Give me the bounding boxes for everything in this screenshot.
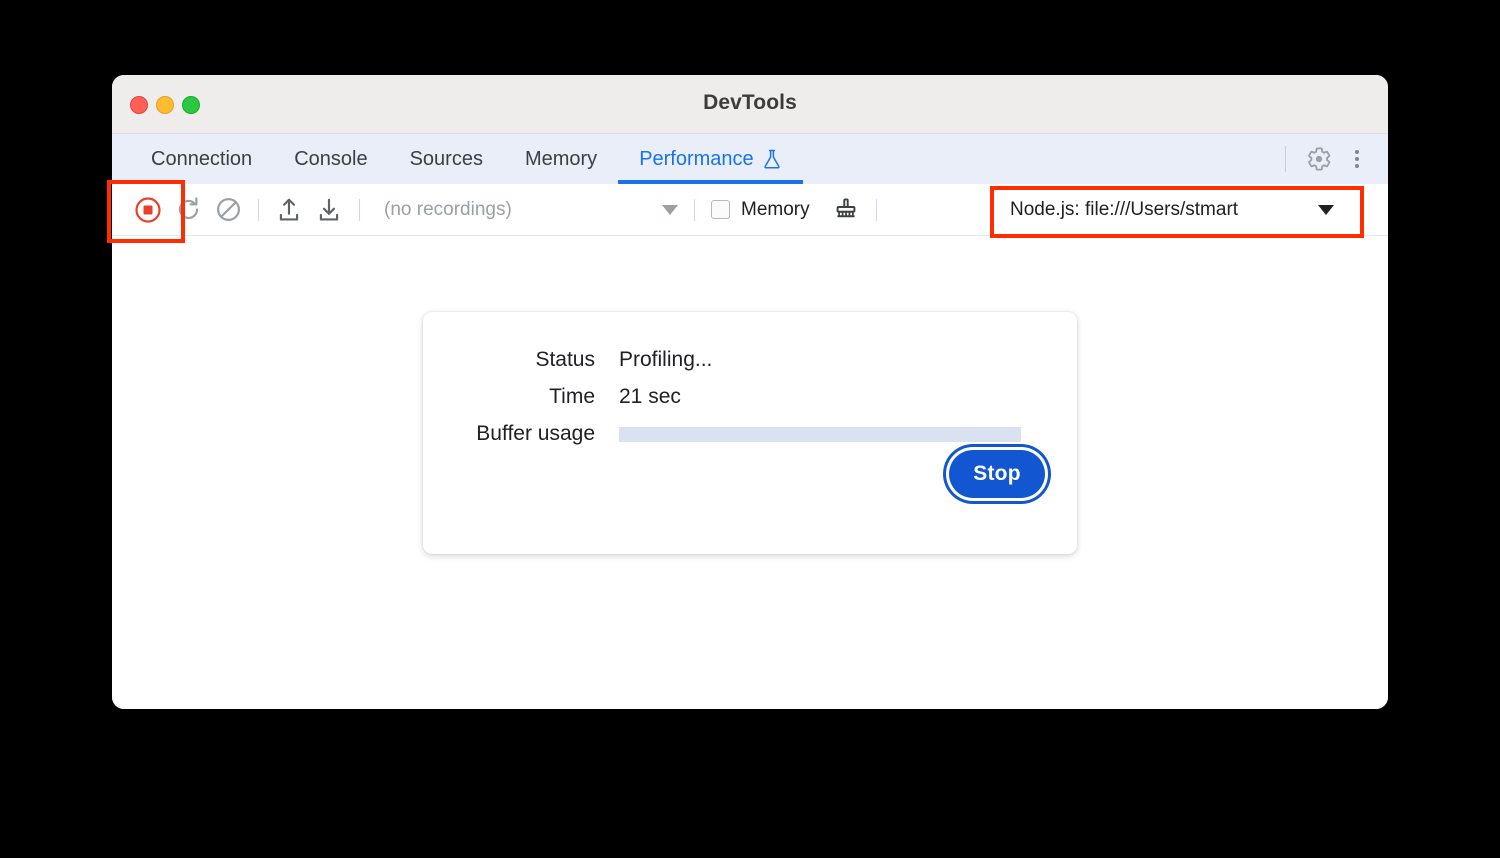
- tab-connection[interactable]: Connection: [130, 134, 273, 184]
- window-title: DevTools: [112, 91, 1388, 115]
- reload-and-record-button[interactable]: [168, 190, 208, 230]
- window-titlebar: DevTools: [112, 75, 1388, 134]
- tab-performance-label: Performance: [639, 148, 754, 171]
- memory-checkbox-box[interactable]: [711, 200, 730, 219]
- toolbar-divider-1: [258, 199, 259, 221]
- chevron-down-icon: [662, 205, 678, 215]
- chevron-down-icon: [1318, 205, 1334, 215]
- tab-console-label: Console: [294, 148, 367, 171]
- stop-button[interactable]: Stop: [949, 450, 1045, 498]
- brush-icon: [832, 196, 860, 224]
- save-profile-button[interactable]: [309, 190, 349, 230]
- gear-icon: [1306, 146, 1332, 172]
- recordings-select-value: (no recordings): [384, 199, 662, 221]
- time-row-value: 21 sec: [619, 385, 681, 409]
- node-target-select-value: Node.js: file:///Users/stmart: [1010, 199, 1318, 221]
- stop-button-label: Stop: [973, 462, 1020, 486]
- tab-connection-label: Connection: [151, 148, 252, 171]
- flask-icon: [762, 148, 782, 170]
- performance-toolbar: (no recordings) Memory: [112, 184, 1388, 236]
- upload-icon: [275, 196, 303, 224]
- node-target-select[interactable]: Node.js: file:///Users/stmart: [994, 192, 1354, 228]
- download-icon: [315, 196, 343, 224]
- time-row: Time 21 sec: [423, 385, 1039, 409]
- memory-checkbox[interactable]: Memory: [711, 199, 810, 221]
- tab-memory[interactable]: Memory: [504, 134, 618, 184]
- clear-recording-button[interactable]: [208, 190, 248, 230]
- record-stop-icon: [133, 195, 163, 225]
- reload-icon: [175, 196, 202, 223]
- record-button[interactable]: [128, 190, 168, 230]
- tab-sources[interactable]: Sources: [389, 134, 504, 184]
- time-row-key: Time: [423, 385, 619, 409]
- status-row: Status Profiling...: [423, 348, 1039, 372]
- tabbar-right-actions: [1285, 134, 1388, 184]
- panel-tabbar: Connection Console Sources Memory Perfor…: [112, 134, 1388, 184]
- toolbar-divider-3: [694, 199, 695, 221]
- tab-sources-label: Sources: [410, 148, 483, 171]
- recording-status-panel: Status Profiling... Time 21 sec Buffer u…: [423, 312, 1077, 554]
- status-row-value: Profiling...: [619, 348, 712, 372]
- more-vertical-icon: [1355, 150, 1359, 168]
- more-options-button[interactable]: [1340, 142, 1374, 176]
- toolbar-divider-4: [876, 199, 877, 221]
- clear-icon: [215, 196, 242, 223]
- stop-button-wrapper: Stop: [949, 450, 1045, 498]
- collect-garbage-button[interactable]: [826, 190, 866, 230]
- screenshot-stage: DevTools Connection Console Sources Memo…: [0, 0, 1500, 858]
- performance-panel-body: Status Profiling... Time 21 sec Buffer u…: [112, 236, 1388, 709]
- recordings-select[interactable]: (no recordings): [384, 199, 684, 221]
- tab-console[interactable]: Console: [273, 134, 388, 184]
- tabbar-divider: [1285, 146, 1286, 172]
- buffer-usage-bar: [619, 427, 1021, 442]
- tab-memory-label: Memory: [525, 148, 597, 171]
- settings-button[interactable]: [1302, 142, 1336, 176]
- memory-checkbox-label: Memory: [741, 199, 810, 221]
- status-row-key: Status: [423, 348, 619, 372]
- tab-performance[interactable]: Performance: [618, 134, 803, 184]
- load-profile-button[interactable]: [269, 190, 309, 230]
- devtools-window: DevTools Connection Console Sources Memo…: [112, 75, 1388, 709]
- toolbar-divider-2: [359, 199, 360, 221]
- buffer-usage-key: Buffer usage: [423, 422, 619, 446]
- buffer-usage-row: Buffer usage: [423, 422, 1039, 446]
